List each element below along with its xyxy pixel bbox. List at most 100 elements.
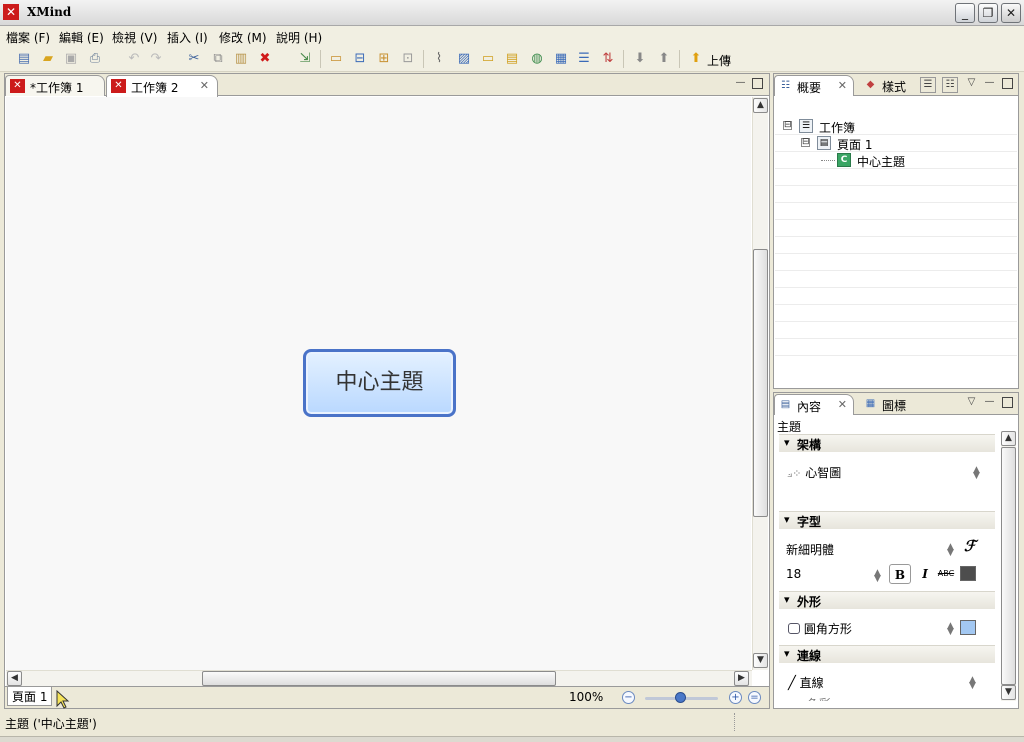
properties-scroll-thumb[interactable] — [1001, 447, 1016, 685]
relationship-icon[interactable]: ☰ — [576, 51, 592, 67]
insert-parent-icon[interactable]: ⊞ — [376, 51, 392, 67]
detach-icon[interactable]: ⊡ — [400, 51, 416, 67]
zoom-in-icon[interactable]: + — [729, 691, 742, 704]
view-menu-icon[interactable]: ▽ — [966, 397, 977, 408]
menu-view[interactable]: 檢視 (V) — [112, 29, 157, 46]
close-tab-icon[interactable]: ✕ — [838, 398, 847, 411]
save-icon[interactable]: ▣ — [63, 51, 79, 67]
structure-select[interactable]: ⟓⁘ 心智圖 — [787, 464, 841, 481]
scroll-down-icon[interactable]: ▼ — [1001, 685, 1016, 700]
tab-markers[interactable]: ▦ 圖標 — [860, 394, 920, 415]
minimize-button[interactable]: _ — [955, 3, 975, 23]
collapse-icon[interactable]: ⊟ — [783, 121, 792, 130]
section-shape-header[interactable]: 外形 — [779, 591, 995, 609]
fill-color-swatch[interactable] — [960, 620, 976, 635]
open-icon[interactable]: ▰ — [40, 51, 56, 67]
delete-icon[interactable]: ✖ — [257, 51, 273, 67]
copy-icon[interactable]: ⧉ — [210, 51, 226, 67]
restore-button[interactable]: ❐ — [978, 3, 998, 23]
font-family-select[interactable]: 新細明體 — [786, 541, 834, 558]
attachment-icon[interactable]: ⌇ — [431, 51, 447, 67]
maximize-view-icon[interactable] — [1002, 78, 1013, 89]
tab-workbook-2[interactable]: ✕ 工作簿 2 ✕ — [106, 75, 218, 97]
drill-up-button-label[interactable]: 上傳 — [707, 52, 731, 69]
minimize-view-icon[interactable]: — — [984, 78, 995, 89]
insert-topic-icon[interactable]: ▭ — [328, 51, 344, 67]
shape-spinner-icon[interactable]: ▲ ▼ — [947, 622, 954, 637]
maximize-view-icon[interactable] — [752, 78, 763, 89]
up-arrow-icon[interactable]: ⬆ — [688, 51, 704, 67]
menu-file[interactable]: 檔案 (F) — [6, 29, 50, 46]
font-family-spinner-icon[interactable]: ▲ ▼ — [947, 543, 954, 558]
tab-outline[interactable]: ☷ 概要 ✕ — [774, 75, 854, 96]
hyperlink-icon[interactable]: ◍ — [529, 51, 545, 67]
strikethrough-button[interactable]: ABC — [935, 564, 957, 584]
font-chooser-icon[interactable]: ℱ — [964, 537, 976, 555]
summary-icon[interactable]: ▦ — [553, 51, 569, 67]
scroll-right-icon[interactable]: ▶ — [734, 671, 749, 686]
collapse-icon[interactable]: ⊟ — [801, 138, 810, 147]
tab-styles[interactable]: ◆ 樣式 — [860, 75, 918, 96]
zoom-fit-icon[interactable]: = — [748, 691, 761, 704]
minimize-view-icon[interactable]: — — [735, 78, 746, 89]
close-tab-icon[interactable]: ✕ — [838, 79, 847, 92]
horizontal-scroll-thumb[interactable] — [202, 671, 556, 686]
export-icon[interactable]: ⇲ — [297, 51, 313, 67]
tab-workbook-1[interactable]: ✕ *工作簿 1 — [5, 75, 105, 96]
paste-icon[interactable]: ▥ — [233, 51, 249, 67]
section-line-header[interactable]: 連線 — [779, 645, 995, 663]
redo-icon[interactable]: ↷ — [148, 51, 164, 67]
outline-view-icon[interactable]: ☰ — [920, 77, 936, 93]
italic-button[interactable]: I — [914, 564, 936, 584]
sheet-tab-page-1[interactable]: 頁面 1 — [7, 687, 53, 706]
font-color-swatch[interactable] — [960, 566, 976, 581]
line-style-select[interactable]: ╱ 直線 — [788, 674, 824, 691]
menu-insert[interactable]: 插入 (I) — [167, 29, 208, 46]
note-icon[interactable]: ▤ — [504, 51, 520, 67]
properties-scrollbar[interactable]: ▲ ▼ — [1001, 431, 1016, 701]
tab-properties[interactable]: ▤ 內容 ✕ — [774, 394, 854, 415]
cut-icon[interactable]: ✂ — [186, 51, 202, 67]
insert-subtopic-icon[interactable]: ⊟ — [352, 51, 368, 67]
marker-icon[interactable]: ⇅ — [600, 51, 616, 67]
scroll-left-icon[interactable]: ◀ — [7, 671, 22, 686]
undo-icon[interactable]: ↶ — [126, 51, 142, 67]
horizontal-scrollbar[interactable]: ◀ ▶ — [6, 670, 752, 686]
font-size-spinner-icon[interactable]: ▲ ▼ — [874, 569, 881, 584]
menu-edit[interactable]: 編輯 (E) — [59, 29, 104, 46]
map-canvas[interactable]: 中心主題 — [6, 97, 751, 670]
zoom-slider-handle[interactable] — [675, 692, 686, 703]
drill-up-icon[interactable]: ⬆ — [656, 51, 672, 67]
image-icon[interactable]: ▨ — [456, 51, 472, 67]
view-menu-icon[interactable]: ▽ — [966, 78, 977, 89]
font-size-input[interactable]: 18 — [786, 567, 801, 581]
section-font-header[interactable]: 字型 — [779, 511, 995, 529]
section-structure-header[interactable]: 架構 — [779, 434, 995, 452]
tree-item-workbook[interactable]: ⊟ ☰ 工作簿 — [783, 118, 883, 135]
tab-label: 樣式 — [882, 80, 907, 94]
zoom-out-icon[interactable]: − — [622, 691, 635, 704]
central-topic[interactable]: 中心主題 — [303, 349, 456, 417]
menu-modify[interactable]: 修改 (M) — [219, 29, 267, 46]
shape-select[interactable]: 圓角方形 — [788, 620, 852, 637]
tree-item-page-1[interactable]: ⊟ ▤ 頁面 1 — [801, 135, 901, 152]
vertical-scrollbar[interactable]: ▲ ▼ — [752, 97, 768, 670]
close-button[interactable]: ✕ — [1001, 3, 1021, 23]
boundary-icon[interactable]: ▭ — [480, 51, 496, 67]
line-spinner-icon[interactable]: ▲ ▼ — [969, 676, 976, 691]
drill-down-icon[interactable]: ⬇ — [632, 51, 648, 67]
scroll-up-icon[interactable]: ▲ — [1001, 431, 1016, 446]
bold-button[interactable]: B — [889, 564, 911, 584]
maximize-view-icon[interactable] — [1002, 397, 1013, 408]
vertical-scroll-thumb[interactable] — [753, 249, 768, 517]
scroll-down-icon[interactable]: ▼ — [753, 653, 768, 668]
scroll-up-icon[interactable]: ▲ — [753, 98, 768, 113]
minimize-view-icon[interactable]: — — [984, 397, 995, 408]
menu-help[interactable]: 說明 (H) — [276, 29, 322, 46]
print-icon[interactable]: ⎙ — [87, 51, 103, 67]
tree-item-central-topic[interactable]: C 中心主題 — [821, 152, 941, 169]
structure-spinner-icon[interactable]: ▲ ▼ — [973, 466, 980, 481]
tree-view-icon[interactable]: ☷ — [942, 77, 958, 93]
new-icon[interactable]: ▤ — [16, 51, 32, 67]
close-tab-icon[interactable]: ✕ — [200, 79, 209, 92]
